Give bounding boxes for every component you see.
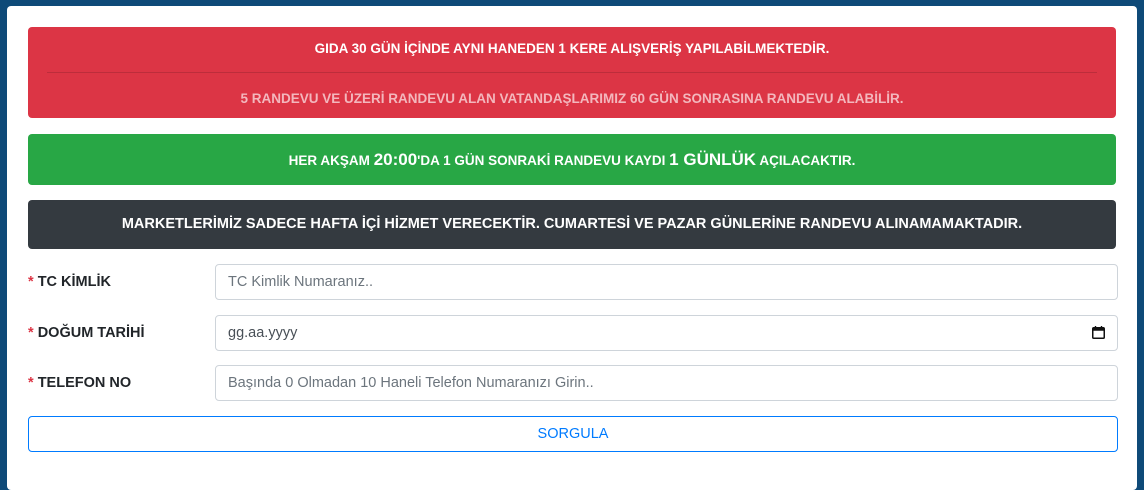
tc-input[interactable] (215, 264, 1118, 300)
tc-label-text: TC KİMLİK (37, 274, 111, 290)
alert-green-text-2: 'DA 1 GÜN SONRAKİ RANDEVU KAYDI (417, 153, 670, 168)
form-card: GIDA 30 GÜN İÇİNDE AYNI HANEDEN 1 KERE A… (7, 6, 1137, 490)
warning-alert-red: GIDA 30 GÜN İÇİNDE AYNI HANEDEN 1 KERE A… (28, 27, 1116, 118)
birth-label: * DOĞUM TARİHİ (28, 315, 145, 351)
notice-alert-dark: MARKETLERİMİZ SADECE HAFTA İÇİ HİZMET VE… (28, 200, 1116, 249)
info-alert-green: HER AKŞAM 20:00'DA 1 GÜN SONRAKİ RANDEVU… (28, 134, 1116, 185)
phone-label-text: TELEFON NO (37, 375, 132, 391)
required-mark: * (28, 325, 34, 341)
required-mark: * (28, 375, 34, 391)
birth-date-placeholder: gg.aa.yyyy (228, 325, 298, 341)
alert-green-text-1: HER AKŞAM (288, 153, 374, 168)
alert-green-time: 20:00 (373, 150, 418, 169)
alert-red-line1: GIDA 30 GÜN İÇİNDE AYNI HANEDEN 1 KERE A… (314, 41, 830, 56)
phone-row: * TELEFON NO (28, 365, 1118, 401)
phone-label: * TELEFON NO (28, 365, 131, 401)
alert-green-text-3: AÇILACAKTIR. (756, 153, 856, 168)
birth-row: * DOĞUM TARİHİ gg.aa.yyyy (28, 315, 1118, 351)
birth-date-input[interactable]: gg.aa.yyyy (215, 315, 1118, 351)
phone-input[interactable] (215, 365, 1118, 401)
tc-label: * TC KİMLİK (28, 264, 111, 300)
required-mark: * (28, 274, 34, 290)
calendar-icon[interactable] (1092, 326, 1105, 339)
alert-red-line2: 5 RANDEVU VE ÜZERİ RANDEVU ALAN VATANDAŞ… (240, 91, 904, 106)
alert-green-days: 1 GÜNLÜK (669, 150, 757, 169)
alert-divider (47, 72, 1097, 73)
birth-label-text: DOĞUM TARİHİ (37, 325, 145, 341)
sorgula-button[interactable]: SORGULA (28, 416, 1118, 452)
tc-row: * TC KİMLİK (28, 264, 1118, 300)
